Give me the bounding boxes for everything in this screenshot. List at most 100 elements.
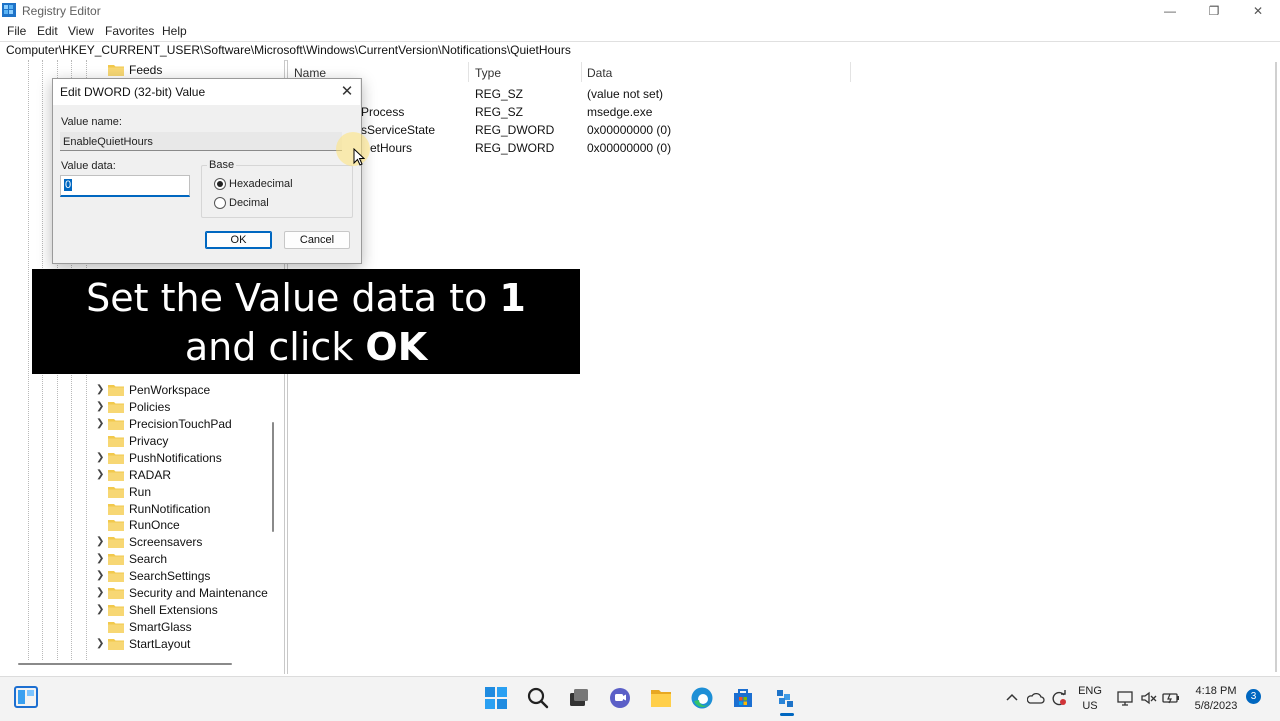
menu-file[interactable]: File xyxy=(7,24,26,38)
tree-item-label: PrecisionTouchPad xyxy=(129,416,232,431)
tree-item-label: Shell Extensions xyxy=(129,603,218,618)
file-explorer-icon[interactable] xyxy=(649,686,673,710)
chevron-right-icon[interactable]: ❯ xyxy=(96,570,106,582)
volume-muted-icon[interactable] xyxy=(1140,689,1158,707)
chevron-right-icon[interactable]: ❯ xyxy=(96,401,106,413)
value-row-2-data[interactable]: 0x00000000 (0) xyxy=(587,123,671,137)
mouse-cursor-icon xyxy=(353,148,365,166)
value-row-1-name[interactable]: Process xyxy=(361,105,404,119)
tree-item[interactable]: ❯ PrecisionTouchPad xyxy=(0,416,270,433)
value-data-input[interactable] xyxy=(60,175,190,197)
chevron-right-icon[interactable]: ❯ xyxy=(96,452,106,464)
restore-button[interactable]: ❐ xyxy=(1192,0,1236,22)
chevron-right-icon[interactable]: ❯ xyxy=(96,469,106,481)
menu-view[interactable]: View xyxy=(68,24,94,38)
value-row-0-type[interactable]: REG_SZ xyxy=(475,87,523,101)
tree-vertical-scrollbar[interactable] xyxy=(272,422,274,532)
value-row-2-type[interactable]: REG_DWORD xyxy=(475,123,554,137)
menu-edit[interactable]: Edit xyxy=(37,24,58,38)
caption-line-1: Set the Value data to 1 xyxy=(86,276,526,320)
taskbar xyxy=(0,676,1280,721)
value-row-3-data[interactable]: 0x00000000 (0) xyxy=(587,141,671,155)
regedit-icon[interactable] xyxy=(774,686,798,710)
task-view-icon[interactable] xyxy=(567,686,591,710)
folder-icon xyxy=(108,554,124,566)
tree-item-label: Security and Maintenance xyxy=(129,586,268,601)
value-data-text[interactable]: 0 xyxy=(64,179,73,191)
tree-item-label: Search xyxy=(129,552,168,567)
tree-item[interactable]: ❯ SearchSettings xyxy=(0,568,270,585)
value-row-3-type[interactable]: REG_DWORD xyxy=(475,141,554,155)
value-row-3-name[interactable]: etHours xyxy=(370,141,412,155)
tree-item[interactable]: Run xyxy=(0,484,270,501)
folder-icon xyxy=(108,537,124,549)
tree-item-label: RunNotification xyxy=(129,501,211,516)
edge-icon[interactable] xyxy=(690,686,714,710)
tree-item[interactable]: ❯ Security and Maintenance xyxy=(0,585,270,602)
network-icon[interactable] xyxy=(1116,689,1134,707)
value-row-0-data[interactable]: (value not set) xyxy=(587,87,663,101)
hexadecimal-label[interactable]: Hexadecimal xyxy=(229,178,293,190)
hexadecimal-radio[interactable] xyxy=(214,178,226,190)
tree-item[interactable]: SmartGlass xyxy=(0,619,270,636)
chevron-up-icon[interactable] xyxy=(1006,692,1018,702)
chevron-right-icon[interactable]: ❯ xyxy=(96,604,106,616)
clock-date[interactable]: 5/8/2023 xyxy=(1186,700,1246,712)
minimize-button[interactable]: — xyxy=(1148,0,1192,22)
folder-icon xyxy=(108,486,124,498)
language-indicator[interactable]: ENG xyxy=(1076,685,1104,697)
onedrive-icon[interactable] xyxy=(1027,690,1045,706)
tree-item-feeds[interactable]: Feeds xyxy=(0,62,270,79)
menu-bar xyxy=(0,22,1280,40)
value-row-1-data[interactable]: msedge.exe xyxy=(587,105,652,119)
chevron-right-icon[interactable]: ❯ xyxy=(96,553,106,565)
notification-badge[interactable]: 3 xyxy=(1246,689,1261,704)
start-icon[interactable] xyxy=(484,686,508,710)
tree-item[interactable]: ❯ StartLayout xyxy=(0,636,270,653)
clock-time[interactable]: 4:18 PM xyxy=(1186,685,1246,697)
tree-item[interactable]: ❯ PushNotifications xyxy=(0,450,270,467)
column-header-data[interactable]: Data xyxy=(587,66,612,80)
decimal-radio[interactable] xyxy=(214,197,226,209)
tree-item[interactable]: RunNotification xyxy=(0,501,270,518)
menu-help[interactable]: Help xyxy=(162,24,187,38)
value-row-1-type[interactable]: REG_SZ xyxy=(475,105,523,119)
value-row-2-name[interactable]: sServiceState xyxy=(361,123,435,137)
folder-icon xyxy=(108,622,124,634)
dialog-close-icon[interactable]: ✕ xyxy=(336,80,358,102)
tree-item[interactable]: ❯ Shell Extensions xyxy=(0,602,270,619)
ok-button[interactable]: OK xyxy=(205,231,272,249)
tree-item[interactable]: ❯ PenWorkspace xyxy=(0,382,270,399)
tree-horizontal-scrollbar[interactable] xyxy=(18,663,232,665)
chevron-right-icon[interactable]: ❯ xyxy=(96,536,106,548)
chat-icon[interactable] xyxy=(608,686,632,710)
decimal-label[interactable]: Decimal xyxy=(229,197,269,209)
chevron-right-icon[interactable]: ❯ xyxy=(96,384,106,396)
folder-icon xyxy=(108,469,124,481)
sync-icon[interactable] xyxy=(1050,689,1068,707)
store-icon[interactable] xyxy=(731,686,755,710)
menu-favorites[interactable]: Favorites xyxy=(105,24,154,38)
keyboard-layout[interactable]: US xyxy=(1076,700,1104,712)
tree-item[interactable]: ❯ Policies xyxy=(0,399,270,416)
close-window-button[interactable]: ✕ xyxy=(1236,0,1280,22)
search-icon[interactable] xyxy=(526,686,550,710)
tree-item[interactable]: ❯ Search xyxy=(0,551,270,568)
tree-item[interactable]: RunOnce xyxy=(0,517,270,534)
widgets-icon[interactable] xyxy=(14,686,38,708)
tree-item[interactable]: Privacy xyxy=(0,433,270,450)
chevron-right-icon[interactable]: ❯ xyxy=(96,638,106,650)
cancel-button[interactable]: Cancel xyxy=(284,231,350,249)
battery-icon[interactable] xyxy=(1162,689,1180,707)
values-vertical-scrollbar[interactable] xyxy=(1275,62,1277,672)
window-title-bar[interactable] xyxy=(0,0,1280,22)
tree-item-label: SearchSettings xyxy=(129,569,211,584)
chevron-right-icon[interactable]: ❯ xyxy=(96,418,106,430)
chevron-right-icon[interactable]: ❯ xyxy=(96,587,106,599)
tree-item[interactable]: ❯ RADAR xyxy=(0,467,270,484)
address-path[interactable]: Computer\HKEY_CURRENT_USER\Software\Micr… xyxy=(6,43,571,57)
value-data-label: Value data: xyxy=(61,160,116,172)
tree-item[interactable]: ❯ Screensavers xyxy=(0,534,270,551)
column-header-type[interactable]: Type xyxy=(475,66,501,80)
tree-item-label: StartLayout xyxy=(129,636,191,651)
